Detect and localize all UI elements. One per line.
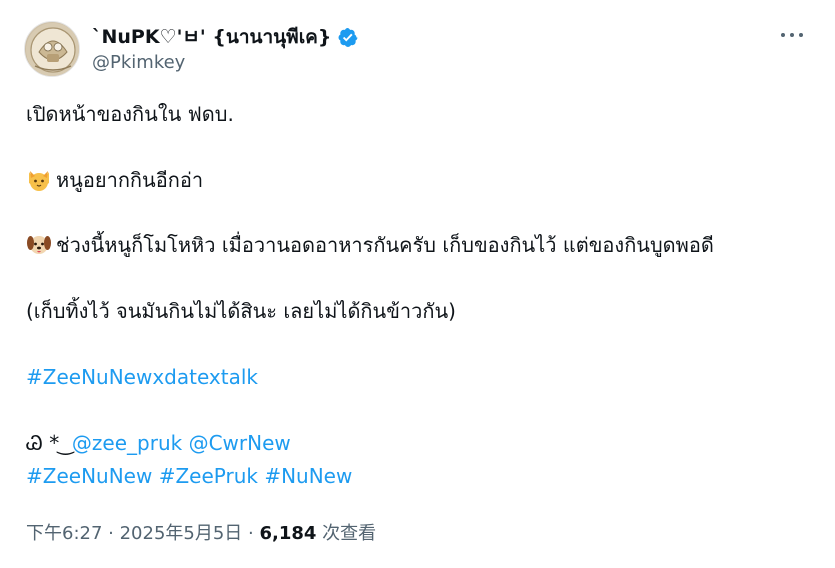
hashtag-link[interactable]: #ZeeNuNewxdatextalk — [26, 365, 258, 389]
dog-face-icon — [26, 232, 52, 256]
tweet-card: `NuPK♡'ㅂ' {นานานุพีเค} @Pkimkey เปิดหน้า… — [0, 0, 835, 568]
hashtag-link[interactable]: #NuNew — [264, 464, 352, 488]
tweet-line: หนูอยากกินอีกอ่า — [26, 167, 203, 193]
tweet-line: เปิดหน้าของกินใน ฟดบ. — [26, 102, 234, 126]
tweet-line: ช่วงนี้หนูก็โมโหหิว เมื่อวานอดอาหารกันคร… — [26, 232, 714, 258]
cat-face-icon — [26, 167, 52, 191]
tweet-date[interactable]: 2025年5月5日 — [120, 523, 243, 544]
meta-separator: · — [102, 523, 120, 544]
more-horizontal-icon — [781, 33, 785, 37]
tweet-time[interactable]: 下午6:27 — [26, 523, 102, 544]
hashtag-link[interactable]: #ZeeNuNew — [26, 464, 152, 488]
tweet-line: #ZeeNuNew #ZeePruk #NuNew — [26, 463, 352, 489]
more-options-button[interactable] — [779, 24, 805, 46]
tweet-line: #ZeeNuNewxdatextalk — [26, 364, 258, 390]
tweet-metadata: 下午6:27 · 2025年5月5日 · 6,184 次查看 — [26, 519, 376, 545]
display-name[interactable]: `NuPK♡'ㅂ' {นานานุพีเค} — [92, 22, 331, 52]
tweet-line: Ꮚ * ͜ @zee_pruk @CwrNew — [26, 430, 291, 456]
views-count: 6,184 — [259, 523, 317, 544]
tweet-line-text: หนูอยากกินอีกอ่า — [56, 168, 204, 192]
mention-link[interactable]: @zee_pruk — [72, 431, 182, 455]
avatar[interactable] — [24, 21, 80, 77]
verified-badge-icon — [337, 27, 358, 48]
mention-prefix: Ꮚ * ͜ — [26, 431, 72, 455]
avatar-image — [26, 23, 79, 76]
hashtag-link[interactable]: #ZeePruk — [159, 464, 258, 488]
meta-separator: · — [242, 523, 260, 544]
author-name-row[interactable]: `NuPK♡'ㅂ' {นานานุพีเค} — [92, 24, 358, 50]
mention-link[interactable]: @CwrNew — [189, 431, 291, 455]
more-horizontal-icon — [790, 33, 794, 37]
tweet-line: (เก็บทิ้งไว้ จนมันกินไม่ได้สินะ เลยไม่ได… — [26, 299, 456, 323]
author-handle[interactable]: @Pkimkey — [92, 52, 185, 73]
more-horizontal-icon — [799, 33, 803, 37]
tweet-line-text: ช่วงนี้หนูก็โมโหหิว เมื่อวานอดอาหารกันคร… — [56, 233, 714, 257]
views-label: 次查看 — [316, 523, 377, 544]
